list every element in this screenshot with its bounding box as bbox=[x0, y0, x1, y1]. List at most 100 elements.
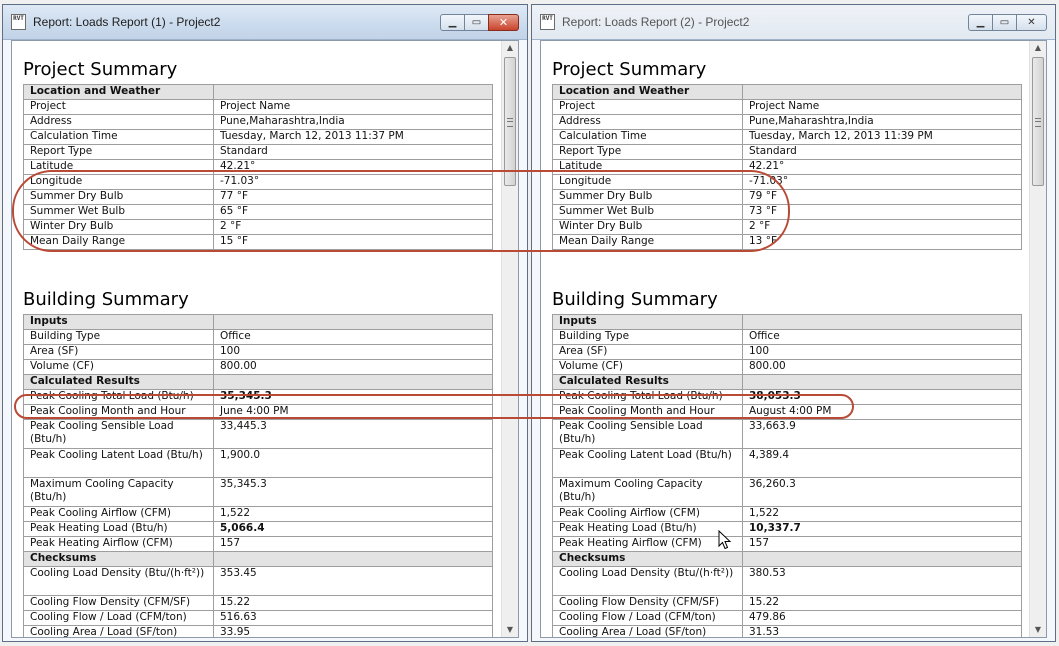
table-row: Peak Heating Airflow (CFM) 157 bbox=[552, 536, 1022, 552]
scroll-up-arrow-icon[interactable]: ▲ bbox=[502, 41, 518, 55]
minimize-icon: ▁ bbox=[976, 17, 985, 28]
close-icon: ✕ bbox=[498, 16, 509, 29]
scroll-down-arrow-icon[interactable]: ▼ bbox=[502, 623, 518, 637]
table-row: Cooling Flow Density (CFM/SF) 15.22 bbox=[23, 595, 493, 611]
project-summary-heading: Project Summary bbox=[552, 59, 707, 80]
scroll-down-arrow-icon[interactable]: ▼ bbox=[1030, 623, 1046, 637]
table-row: Peak Cooling Airflow (CFM) 1,522 bbox=[552, 506, 1022, 522]
location-weather-table: Location and Weather Project Project Name… bbox=[552, 84, 1022, 250]
table-row: Summer Dry Bulb 79 °F bbox=[552, 189, 1022, 205]
table-row: Volume (CF) 800.00 bbox=[23, 359, 493, 375]
table-section-header: Inputs bbox=[552, 314, 1022, 330]
maximize-button[interactable]: ▭ bbox=[464, 14, 489, 31]
table-row: Longitude -71.03° bbox=[552, 174, 1022, 190]
report-window-2[interactable]: RVT Report: Loads Report (2) - Project2 … bbox=[531, 4, 1056, 642]
table-row: Calculation Time Tuesday, March 12, 2013 … bbox=[23, 129, 493, 145]
title-bar[interactable]: RVT Report: Loads Report (1) - Project2 … bbox=[3, 5, 527, 40]
table-row: Report Type Standard bbox=[552, 144, 1022, 160]
window-title: Report: Loads Report (1) - Project2 bbox=[33, 15, 221, 29]
table-row: Peak Heating Load (Btu/h) 5,066.4 bbox=[23, 521, 493, 537]
minimize-button[interactable]: ▁ bbox=[440, 14, 465, 31]
table-row: Address Pune,Maharashtra,India bbox=[552, 114, 1022, 130]
table-section-header: Calculated Results bbox=[23, 374, 493, 390]
report-viewport[interactable]: Project Summary Location and Weather Pro… bbox=[11, 40, 519, 638]
vertical-scrollbar[interactable]: ▲ ▼ bbox=[501, 41, 518, 637]
table-row: Winter Dry Bulb 2 °F bbox=[23, 219, 493, 235]
grip-icon bbox=[507, 118, 513, 127]
table-section-header: Calculated Results bbox=[552, 374, 1022, 390]
scroll-up-arrow-icon[interactable]: ▲ bbox=[1030, 41, 1046, 55]
table-row: Report Type Standard bbox=[23, 144, 493, 160]
table-row: Calculation Time Tuesday, March 12, 2013 … bbox=[552, 129, 1022, 145]
revit-document-icon: RVT bbox=[540, 14, 555, 30]
revit-document-icon: RVT bbox=[11, 14, 26, 30]
table-row: Peak Cooling Month and Hour June 4:00 PM bbox=[23, 404, 493, 420]
table-row: Peak Cooling Latent Load (Btu/h) 4,389.4 bbox=[552, 448, 1022, 478]
table-row: Cooling Area / Load (SF/ton) 33.95 bbox=[23, 625, 493, 637]
table-row: Maximum Cooling Capacity (Btu/h) 36,260.3 bbox=[552, 477, 1022, 507]
building-summary-heading: Building Summary bbox=[552, 289, 718, 310]
table-row: Volume (CF) 800.00 bbox=[552, 359, 1022, 375]
report-content: Project Summary Location and Weather Pro… bbox=[12, 41, 501, 637]
table-section-header: Location and Weather bbox=[23, 84, 493, 100]
table-row: Peak Cooling Airflow (CFM) 1,522 bbox=[23, 506, 493, 522]
table-row: Peak Heating Load (Btu/h) 10,337.7 bbox=[552, 521, 1022, 537]
table-row: Area (SF) 100 bbox=[23, 344, 493, 360]
close-icon: ✕ bbox=[1027, 17, 1036, 28]
table-row: Peak Cooling Total Load (Btu/h) 38,053.3 bbox=[552, 389, 1022, 405]
table-row: Peak Cooling Total Load (Btu/h) 35,345.3 bbox=[23, 389, 493, 405]
close-button[interactable]: ✕ bbox=[1016, 14, 1047, 31]
table-row: Project Project Name bbox=[552, 99, 1022, 115]
table-section-header: Inputs bbox=[23, 314, 493, 330]
table-row: Peak Cooling Sensible Load (Btu/h) 33,445… bbox=[23, 419, 493, 449]
report-viewport[interactable]: Project Summary Location and Weather Pro… bbox=[540, 40, 1047, 638]
table-row: Cooling Load Density (Btu/(h·ft²)) 380.53 bbox=[552, 566, 1022, 596]
table-row: Building Type Office bbox=[552, 329, 1022, 345]
table-row: Mean Daily Range 13 °F bbox=[552, 234, 1022, 250]
report-window-1[interactable]: RVT Report: Loads Report (1) - Project2 … bbox=[2, 4, 528, 642]
maximize-button[interactable]: ▭ bbox=[992, 14, 1017, 31]
scrollbar-thumb[interactable] bbox=[504, 57, 516, 186]
table-row: Peak Heating Airflow (CFM) 157 bbox=[23, 536, 493, 552]
table-row: Peak Cooling Latent Load (Btu/h) 1,900.0 bbox=[23, 448, 493, 478]
close-button[interactable]: ✕ bbox=[488, 14, 519, 31]
table-row: Summer Wet Bulb 73 °F bbox=[552, 204, 1022, 220]
table-row: Cooling Flow / Load (CFM/ton) 516.63 bbox=[23, 610, 493, 626]
minimize-icon: ▁ bbox=[448, 17, 457, 28]
window-title: Report: Loads Report (2) - Project2 bbox=[562, 15, 750, 29]
vertical-scrollbar[interactable]: ▲ ▼ bbox=[1029, 41, 1046, 637]
table-row: Summer Dry Bulb 77 °F bbox=[23, 189, 493, 205]
minimize-button[interactable]: ▁ bbox=[968, 14, 993, 31]
table-section-header: Checksums bbox=[552, 551, 1022, 567]
table-row: Project Project Name bbox=[23, 99, 493, 115]
table-row: Longitude -71.03° bbox=[23, 174, 493, 190]
table-section-header: Checksums bbox=[23, 551, 493, 567]
table-row: Cooling Load Density (Btu/(h·ft²)) 353.45 bbox=[23, 566, 493, 596]
scrollbar-thumb[interactable] bbox=[1032, 57, 1044, 186]
table-row: Maximum Cooling Capacity (Btu/h) 35,345.3 bbox=[23, 477, 493, 507]
table-row: Peak Cooling Sensible Load (Btu/h) 33,663… bbox=[552, 419, 1022, 449]
maximize-icon: ▭ bbox=[999, 17, 1010, 28]
building-summary-table: Inputs Building Type Office Area (SF) 100 … bbox=[23, 314, 493, 637]
building-summary-table: Inputs Building Type Office Area (SF) 100 … bbox=[552, 314, 1022, 637]
table-row: Cooling Area / Load (SF/ton) 31.53 bbox=[552, 625, 1022, 637]
maximize-icon: ▭ bbox=[471, 17, 482, 28]
project-summary-heading: Project Summary bbox=[23, 59, 178, 80]
title-bar[interactable]: RVT Report: Loads Report (2) - Project2 … bbox=[532, 5, 1055, 40]
report-content: Project Summary Location and Weather Pro… bbox=[541, 41, 1029, 637]
table-row: Winter Dry Bulb 2 °F bbox=[552, 219, 1022, 235]
table-row: Peak Cooling Month and Hour August 4:00 P… bbox=[552, 404, 1022, 420]
table-row: Summer Wet Bulb 65 °F bbox=[23, 204, 493, 220]
building-summary-heading: Building Summary bbox=[23, 289, 189, 310]
grip-icon bbox=[1035, 118, 1041, 127]
table-row: Area (SF) 100 bbox=[552, 344, 1022, 360]
location-weather-table: Location and Weather Project Project Name… bbox=[23, 84, 493, 250]
table-row: Building Type Office bbox=[23, 329, 493, 345]
table-row: Latitude 42.21° bbox=[23, 159, 493, 175]
table-row: Cooling Flow Density (CFM/SF) 15.22 bbox=[552, 595, 1022, 611]
table-row: Mean Daily Range 15 °F bbox=[23, 234, 493, 250]
table-row: Latitude 42.21° bbox=[552, 159, 1022, 175]
table-row: Address Pune,Maharashtra,India bbox=[23, 114, 493, 130]
table-row: Cooling Flow / Load (CFM/ton) 479.86 bbox=[552, 610, 1022, 626]
table-section-header: Location and Weather bbox=[552, 84, 1022, 100]
